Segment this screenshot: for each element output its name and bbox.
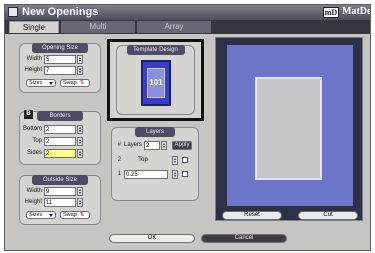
border-bottom-input[interactable]: 2 (44, 125, 76, 134)
outside-height-spinner[interactable] (77, 198, 83, 207)
layers-header: Layers (135, 127, 175, 137)
outside-size-group: Outside Size Width 9 Height 11 Sizes Swa… (19, 175, 101, 225)
cut-button[interactable]: Cut (298, 211, 358, 220)
outside-swap-button[interactable]: Swap ⇅ (60, 211, 90, 219)
mat-board (227, 45, 353, 206)
layer-2-name: Top (138, 157, 148, 163)
opening-sizes-dropdown[interactable]: Sizes (26, 79, 56, 87)
tab-bar: Single Multi Array (5, 20, 370, 34)
opening-height-label: Height (24, 67, 42, 73)
layers-count-spinner[interactable] (161, 141, 167, 150)
opening-width-spinner[interactable] (77, 55, 83, 64)
outside-sizes-label: Sizes (29, 212, 43, 218)
border-bottom-label: Bottom (22, 126, 42, 132)
template-design-header: Template Design (126, 45, 185, 55)
layer-2-checkbox[interactable] (182, 157, 188, 163)
swap-icon: ⇅ (79, 212, 85, 218)
border-sides-label: Sides (26, 150, 42, 156)
layers-count-label: Layers (124, 142, 143, 148)
outside-width-input[interactable]: 9 (44, 187, 76, 196)
outside-height-input[interactable]: 11 (44, 198, 76, 207)
brand-name: MatDesigner (342, 6, 371, 17)
swap-icon: ⇅ (79, 80, 85, 86)
borders-lock-icon[interactable]: B (24, 110, 33, 119)
layer-1-spinner[interactable] (172, 170, 178, 179)
title-bar[interactable]: New Openings mD MatDesigner (5, 5, 370, 20)
mat-preview-canvas[interactable]: Reset Cut (215, 37, 363, 221)
cancel-button[interactable]: Cancel (201, 234, 287, 243)
outside-size-header: Outside Size (32, 175, 88, 185)
border-top-input[interactable]: 2 (44, 137, 76, 146)
tab-array[interactable]: Array (137, 21, 211, 33)
chevron-down-icon (49, 214, 53, 217)
border-top-label: Top (32, 138, 42, 144)
window-title: New Openings (22, 6, 99, 18)
layers-count-input[interactable]: 2 (144, 141, 160, 150)
opening-size-header: Opening Size (32, 43, 88, 53)
template-design-group: Template Design 101 (116, 45, 195, 115)
layers-row-index: # (117, 142, 121, 148)
border-top-spinner[interactable] (77, 137, 83, 146)
border-sides-spinner[interactable] (77, 149, 83, 158)
ok-button[interactable]: OK (109, 234, 195, 243)
new-openings-window: New Openings mD MatDesigner Single Multi… (4, 4, 371, 251)
layer-1-reveal-input[interactable]: 0.25 (124, 170, 168, 179)
opening-swap-label: Swap (63, 80, 77, 86)
border-sides-input[interactable]: 2 (44, 149, 76, 158)
opening-sizes-label: Sizes (29, 80, 43, 86)
chevron-down-icon (49, 82, 53, 85)
outside-width-spinner[interactable] (77, 187, 83, 196)
layers-apply-button[interactable]: Apply (172, 141, 192, 150)
border-bottom-spinner[interactable] (77, 125, 83, 134)
opening-size-group: Opening Size Width 5 Height 7 Sizes Swap… (19, 43, 101, 93)
template-number: 101 (149, 78, 163, 87)
layer-2-spinner[interactable] (172, 156, 178, 165)
outside-height-label: Height (24, 199, 42, 205)
outside-swap-label: Swap (63, 212, 77, 218)
tab-multi[interactable]: Multi (61, 21, 135, 33)
outside-width-label: Width (26, 188, 42, 194)
tab-single[interactable]: Single (9, 21, 59, 33)
opening-width-label: Width (26, 56, 42, 62)
layers-group: Layers # Layers 2 Apply 2 Top 1 0.25 (111, 127, 199, 201)
layer-2-index: 2 (117, 157, 121, 163)
template-thumbnail[interactable]: 101 (141, 60, 171, 106)
reset-button[interactable]: Reset (222, 211, 282, 220)
layer-1-index: 1 (117, 171, 121, 177)
opening-height-spinner[interactable] (77, 66, 83, 75)
opening-height-input[interactable]: 7 (44, 66, 76, 75)
outside-sizes-dropdown[interactable]: Sizes (26, 211, 56, 219)
app-icon (8, 7, 18, 17)
template-design-panel: Template Design 101 (107, 39, 204, 121)
brand-logo: mD (323, 7, 339, 18)
layer-1-checkbox[interactable] (182, 171, 188, 177)
opening-width-input[interactable]: 5 (44, 55, 76, 64)
borders-group: B Borders Bottom 2 Top 2 Sides 2 (19, 110, 101, 165)
mat-opening[interactable] (255, 77, 322, 180)
borders-header: Borders (37, 111, 83, 121)
opening-swap-button[interactable]: Swap ⇅ (60, 79, 90, 87)
